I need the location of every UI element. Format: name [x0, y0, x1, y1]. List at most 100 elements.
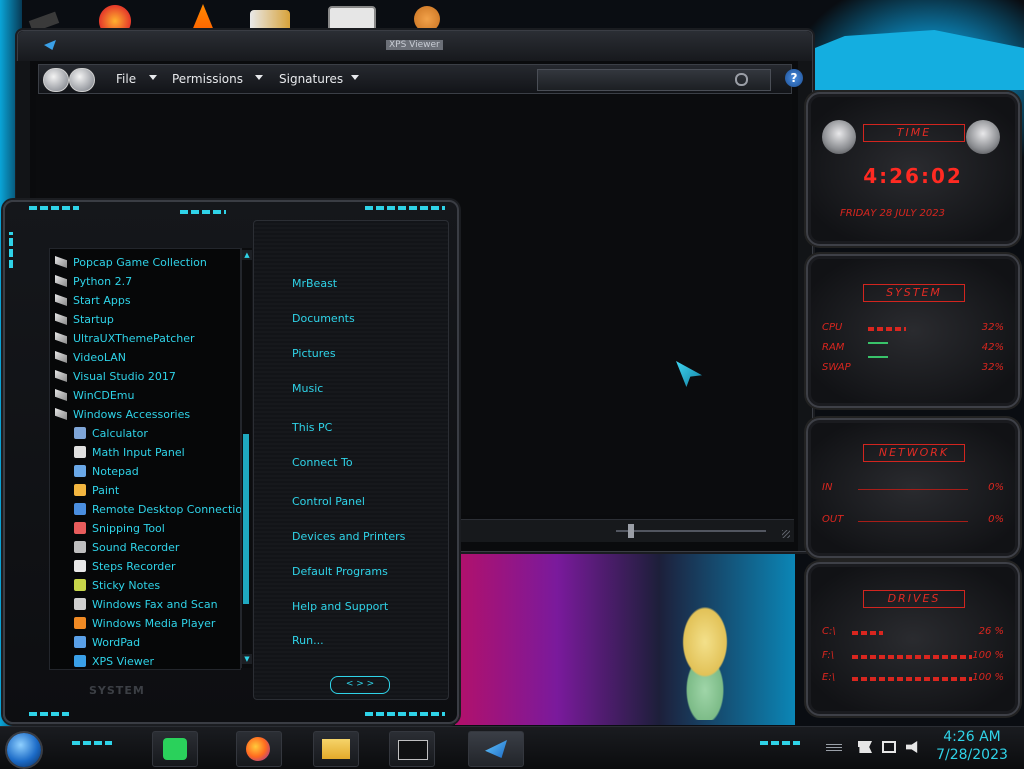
program-label: UltraUXThemePatcher: [73, 332, 195, 345]
gadget-clock: 4:26:02: [863, 164, 963, 188]
programs-scrollbar[interactable]: ▲ ▼: [241, 248, 252, 668]
network-icon[interactable]: [882, 741, 896, 753]
program-label: WinCDEmu: [73, 389, 135, 402]
taskbar-xps-viewer-button[interactable]: [468, 731, 524, 767]
program-list-item[interactable]: Startup: [55, 310, 241, 329]
program-list-item[interactable]: Remote Desktop Connection: [74, 500, 260, 519]
program-list-item[interactable]: Windows Media Player: [74, 614, 260, 633]
xps-toolbar: File Permissions Signatures ?: [38, 64, 803, 94]
start-menu[interactable]: Popcap Game Collection Python 2.7 Start Ap…: [3, 200, 459, 724]
program-list-item[interactable]: WinCDEmu: [55, 386, 241, 405]
microphone-icon: [74, 541, 86, 553]
menu-permissions[interactable]: Permissions: [172, 72, 243, 86]
start-place-documents[interactable]: Documents: [292, 312, 355, 325]
start-place-music[interactable]: Music: [292, 382, 323, 395]
program-label: Sticky Notes: [92, 579, 161, 592]
program-list-item[interactable]: Python 2.7: [55, 272, 241, 291]
start-place-help-and-support[interactable]: Help and Support: [292, 600, 388, 613]
wordpad-icon: [74, 636, 86, 648]
cpu-label: CPU: [822, 322, 843, 333]
program-list-item[interactable]: Sound Recorder: [74, 538, 260, 557]
window-titlebar[interactable]: XPS Viewer: [18, 31, 812, 61]
drive-e-value: 100 %: [972, 672, 1004, 683]
network-gadget[interactable]: NETWORK IN 0% OUT 0%: [806, 418, 1020, 558]
user-desktop-icon[interactable]: [414, 6, 440, 32]
program-list-item[interactable]: Steps Recorder: [74, 557, 260, 576]
zoom-slider-track[interactable]: [616, 530, 766, 532]
menu-file[interactable]: File: [116, 72, 136, 86]
program-list-item[interactable]: Math Input Panel: [74, 443, 260, 462]
program-list-item[interactable]: Calculator: [74, 424, 260, 443]
folder-icon: [55, 256, 67, 268]
volume-icon[interactable]: [906, 741, 918, 753]
program-label: Notepad: [92, 465, 139, 478]
start-place-devices-and-printers[interactable]: Devices and Printers: [292, 530, 405, 543]
program-list-item[interactable]: Windows Accessories: [55, 405, 241, 424]
alien-logo-icon: [966, 120, 1000, 154]
start-menu-system-label: SYSTEM: [89, 684, 145, 697]
file-dropdown-icon[interactable]: [149, 75, 157, 80]
folder-icon: [55, 389, 67, 401]
program-label: Snipping Tool: [92, 522, 165, 535]
program-list-item[interactable]: Notepad: [74, 462, 260, 481]
start-button[interactable]: [7, 733, 41, 767]
start-menu-bottom-accent: [29, 712, 69, 716]
ram-value: 42%: [981, 342, 1004, 353]
start-menu-bottom-accent: [365, 712, 445, 716]
program-list-item[interactable]: UltraUXThemePatcher: [55, 329, 241, 348]
drives-gadget[interactable]: DRIVES C:\ 26 % F:\ 100 % E:\ 100 %: [806, 562, 1020, 716]
taskbar-spotify-button[interactable]: [152, 731, 198, 767]
remote-desktop-icon: [74, 503, 86, 515]
start-place-pictures[interactable]: Pictures: [292, 347, 336, 360]
flag-icon[interactable]: [858, 741, 872, 753]
back-button[interactable]: [43, 68, 69, 92]
program-list-item[interactable]: Start Apps: [55, 291, 241, 310]
network-in-graph: [858, 489, 968, 490]
start-place-run[interactable]: Run...: [292, 634, 324, 647]
taskbar-firefox-button[interactable]: [236, 731, 282, 767]
menu-signatures[interactable]: Signatures: [279, 72, 343, 86]
program-list-item[interactable]: VideoLAN: [55, 348, 241, 367]
forward-button[interactable]: [69, 68, 95, 92]
taskbar-file-explorer-button[interactable]: [313, 731, 359, 767]
permissions-dropdown-icon[interactable]: [255, 75, 263, 80]
program-list-item[interactable]: Visual Studio 2017: [55, 367, 241, 386]
program-list-item[interactable]: XPS Viewer: [74, 652, 260, 671]
network-out-label: OUT: [822, 514, 844, 525]
system-gadget[interactable]: SYSTEM CPU 32% RAM 42% SWAP 32%: [806, 254, 1020, 408]
taskbar-clock-date[interactable]: 7/28/2023: [930, 747, 1014, 763]
show-hidden-icons-icon[interactable]: [826, 743, 842, 751]
help-button[interactable]: ?: [785, 69, 803, 87]
program-label: XPS Viewer: [92, 655, 155, 668]
start-place-mrbeast[interactable]: MrBeast: [292, 277, 337, 290]
taskbar-command-prompt-button[interactable]: [389, 731, 435, 767]
program-list-item[interactable]: WordPad: [74, 633, 260, 652]
start-place-this-pc[interactable]: This PC: [292, 421, 332, 434]
search-input[interactable]: [537, 69, 771, 91]
taskbar-accent: [72, 741, 112, 745]
start-place-control-panel[interactable]: Control Panel: [292, 495, 365, 508]
scrollbar-thumb[interactable]: [243, 434, 249, 604]
taskbar-clock-time[interactable]: 4:26 AM: [936, 729, 1008, 745]
time-gadget[interactable]: TIME 4:26:02 FRIDAY 28 JULY 2023: [806, 92, 1020, 246]
zoom-slider-thumb[interactable]: [628, 524, 634, 538]
programs-list[interactable]: Popcap Game Collection Python 2.7 Start Ap…: [49, 248, 249, 670]
start-menu-arrows-button[interactable]: < > >: [330, 676, 390, 694]
program-list-item[interactable]: Windows Fax and Scan: [74, 595, 260, 614]
program-list-item[interactable]: Sticky Notes: [74, 576, 260, 595]
start-menu-top-accent: [29, 206, 79, 210]
program-label: Start Apps: [73, 294, 131, 307]
program-list-item[interactable]: Paint: [74, 481, 260, 500]
resize-grip-icon[interactable]: [782, 530, 790, 538]
signatures-dropdown-icon[interactable]: [351, 75, 359, 80]
network-in-row: IN 0%: [822, 482, 1004, 496]
scroll-down-icon[interactable]: ▼: [242, 654, 252, 664]
scroll-up-icon[interactable]: ▲: [242, 250, 252, 260]
start-place-connect-to[interactable]: Connect To: [292, 456, 353, 469]
program-list-item[interactable]: Snipping Tool: [74, 519, 260, 538]
start-place-default-programs[interactable]: Default Programs: [292, 565, 388, 578]
program-list-item[interactable]: Popcap Game Collection: [55, 253, 241, 272]
drive-c-bar: [852, 631, 883, 635]
sticky-notes-icon: [74, 579, 86, 591]
search-icon[interactable]: [735, 73, 748, 86]
